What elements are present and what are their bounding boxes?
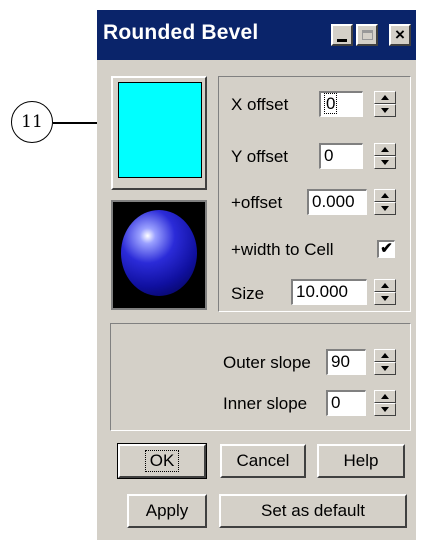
arrow-down-icon [381, 160, 389, 165]
arrow-up-icon [381, 394, 389, 399]
size-field[interactable]: 10.000 [291, 279, 367, 305]
cancel-button[interactable]: Cancel [220, 444, 306, 478]
bevel-preview [111, 200, 207, 310]
minimize-button[interactable] [331, 24, 353, 46]
inner-slope-label: Inner slope [223, 394, 308, 413]
y-offset-label: Y offset [231, 147, 289, 166]
plus-offset-spinner[interactable] [374, 189, 396, 215]
outer-slope-label: Outer slope [223, 353, 311, 372]
arrow-down-icon [381, 296, 389, 301]
color-swatch-frame [111, 76, 207, 190]
arrow-up-icon [381, 283, 389, 288]
plus-offset-label: +offset [231, 193, 283, 212]
maximize-icon [361, 30, 373, 40]
title-bar[interactable]: Rounded Bevel × [97, 10, 416, 60]
window-title: Rounded Bevel [103, 21, 259, 44]
maximize-button [356, 24, 378, 46]
minimize-icon [337, 38, 347, 42]
y-offset-field[interactable]: 0 [319, 143, 363, 169]
arrow-down-icon [381, 407, 389, 412]
callout-number: 11 [11, 101, 53, 143]
ok-button-label: OK [144, 450, 180, 472]
arrow-down-icon [381, 108, 389, 113]
width-to-cell-checkbox[interactable]: ✔ [377, 240, 395, 258]
offset-parameters-group: X offset 0 Y offset 0 +offset 0.000 +wid… [218, 76, 411, 312]
checkmark-icon: ✔ [380, 240, 393, 257]
width-to-cell-label: +width to Cell [231, 240, 334, 259]
y-offset-spinner[interactable] [374, 143, 396, 169]
outer-slope-field[interactable]: 90 [326, 349, 366, 375]
x-offset-value: 0 [324, 93, 338, 114]
arrow-down-icon [381, 206, 389, 211]
x-offset-field[interactable]: 0 [319, 91, 363, 117]
size-label: Size [231, 284, 265, 303]
sphere-preview-image [121, 210, 197, 296]
set-as-default-button[interactable]: Set as default [219, 494, 407, 528]
x-offset-spinner[interactable] [374, 91, 396, 117]
arrow-up-icon [381, 193, 389, 198]
inner-slope-field[interactable]: 0 [326, 390, 366, 416]
arrow-down-icon [381, 366, 389, 371]
arrow-up-icon [381, 147, 389, 152]
x-offset-label: X offset [231, 95, 289, 114]
ok-button[interactable]: OK [117, 443, 207, 479]
arrow-up-icon [381, 95, 389, 100]
callout-label: 11 [21, 112, 43, 132]
arrow-up-icon [381, 353, 389, 358]
color-swatch[interactable] [118, 82, 202, 178]
close-icon: × [395, 25, 405, 44]
plus-offset-field[interactable]: 0.000 [307, 189, 367, 215]
help-button[interactable]: Help [317, 444, 405, 478]
apply-button[interactable]: Apply [127, 494, 207, 528]
inner-slope-spinner[interactable] [374, 390, 396, 416]
close-button[interactable]: × [389, 24, 411, 46]
slope-parameters-group: Outer slope 90 Inner slope 0 [110, 323, 411, 431]
rounded-bevel-dialog: Rounded Bevel × X offset 0 Y offset 0 +o… [97, 10, 416, 540]
outer-slope-spinner[interactable] [374, 349, 396, 375]
size-spinner[interactable] [374, 279, 396, 305]
